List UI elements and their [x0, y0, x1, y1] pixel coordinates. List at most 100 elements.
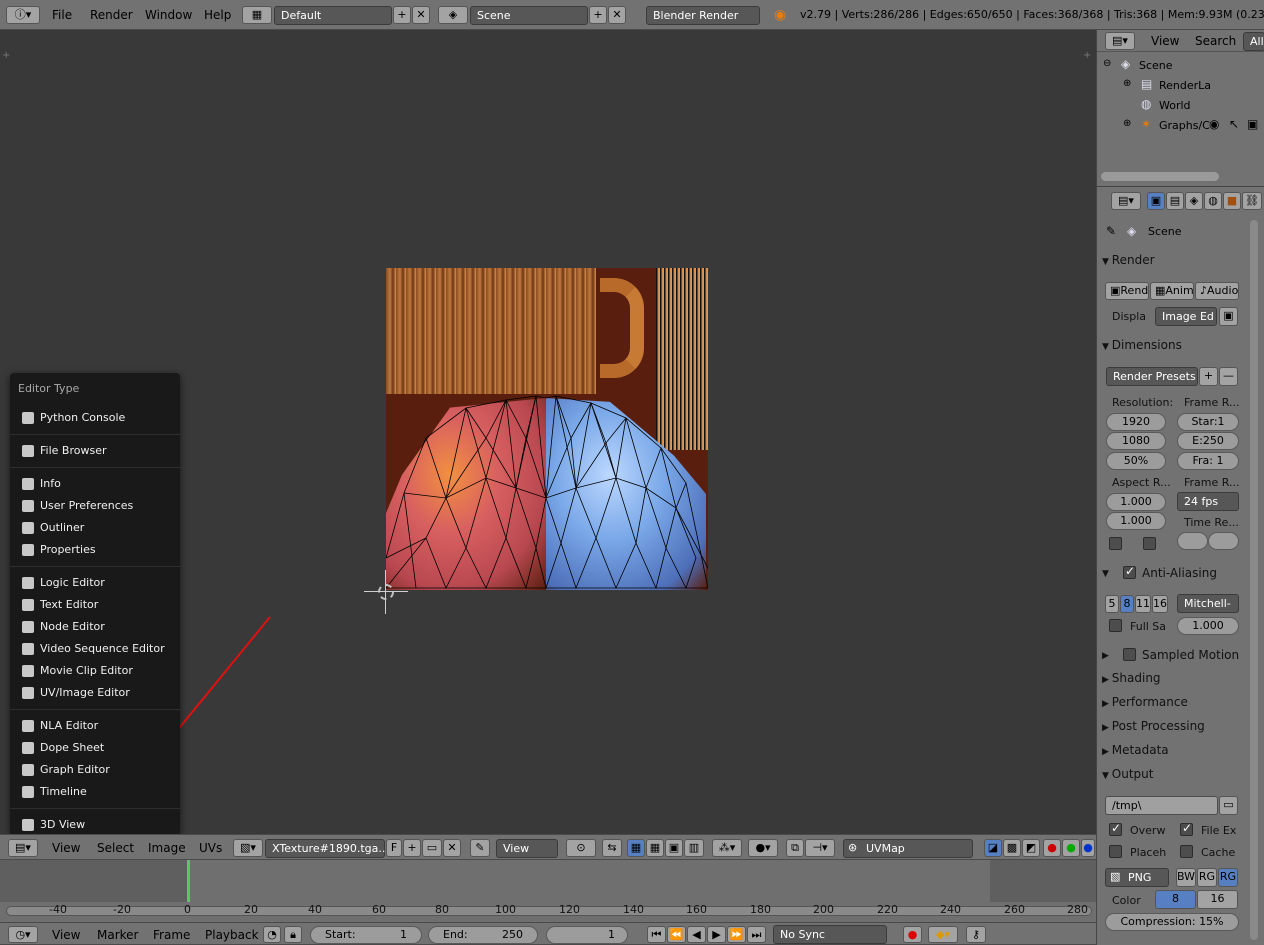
- editor-type-button[interactable]: ⓘ▾: [6, 6, 40, 24]
- render-mode-uv-icon[interactable]: ◪: [984, 839, 1002, 857]
- object-tab-icon[interactable]: ■: [1223, 192, 1241, 210]
- menu-item-graph-editor[interactable]: Graph Editor: [18, 760, 178, 780]
- time-remap-old-field[interactable]: [1177, 532, 1208, 550]
- uv-menu-view[interactable]: View: [52, 841, 80, 855]
- timeline-area[interactable]: [0, 860, 1096, 922]
- selectable-arrow-icon[interactable]: ↖: [1229, 117, 1239, 131]
- metadata-panel-header[interactable]: ▶ Metadata: [1102, 739, 1242, 761]
- menu-file[interactable]: File: [52, 0, 72, 30]
- layout-icon[interactable]: ▦: [242, 6, 272, 24]
- image-name-field[interactable]: XTexture#1890.tga...: [265, 839, 389, 858]
- menu-item-video-sequence-editor[interactable]: Video Sequence Editor: [18, 639, 178, 659]
- motion-blur-checkbox[interactable]: [1123, 648, 1136, 661]
- scene-add-button[interactable]: +: [589, 6, 607, 24]
- sync-selection-icon[interactable]: ⇆: [602, 839, 622, 857]
- render-presets-select[interactable]: Render Presets: [1106, 367, 1198, 386]
- pin-context-icon[interactable]: ✎: [1106, 224, 1116, 238]
- select-face-icon[interactable]: ▣: [665, 839, 683, 857]
- render-tab-icon[interactable]: ▣: [1147, 192, 1165, 210]
- collapse-icon[interactable]: ⊖: [1103, 58, 1111, 69]
- timeline-scrollbar[interactable]: [6, 906, 1092, 916]
- shading-panel-header[interactable]: ▶ Shading: [1102, 667, 1242, 689]
- frame-step-field[interactable]: Fra: 1: [1177, 452, 1239, 470]
- menu-render[interactable]: Render: [90, 0, 133, 30]
- jump-next-key-icon[interactable]: ⏩: [727, 926, 746, 943]
- scene-icon[interactable]: ◈: [438, 6, 468, 24]
- outliner-row-graphs[interactable]: ⊕ ✶ Graphs/C ◉ ↖ ▣: [1097, 116, 1264, 136]
- time-remap-new-field[interactable]: [1208, 532, 1239, 550]
- menu-item-uv-image-editor[interactable]: UV/Image Editor: [18, 683, 178, 703]
- menu-item-dope-sheet[interactable]: Dope Sheet: [18, 738, 178, 758]
- timeline-menu-marker[interactable]: Marker: [97, 928, 138, 942]
- color-rgba-button[interactable]: RG: [1218, 868, 1238, 887]
- cache-checkbox[interactable]: [1180, 845, 1193, 858]
- depth-16-button[interactable]: 16: [1197, 890, 1238, 909]
- channel-blue-icon[interactable]: ●: [1081, 839, 1095, 857]
- aa-samples-11[interactable]: 11: [1135, 595, 1151, 613]
- depth-8-button[interactable]: 8: [1155, 890, 1196, 909]
- view-mode-select[interactable]: View: [496, 839, 558, 858]
- pivot-icon[interactable]: ⊙: [566, 839, 596, 857]
- properties-scrollbar[interactable]: [1250, 220, 1258, 940]
- jump-start-icon[interactable]: ⏮: [647, 926, 666, 943]
- channel-red-icon[interactable]: ●: [1043, 839, 1061, 857]
- outliner-menu-view[interactable]: View: [1151, 34, 1179, 48]
- aspect-x-field[interactable]: 1.000: [1106, 493, 1166, 511]
- timeline-menu-playback[interactable]: Playback: [205, 928, 259, 942]
- outliner-scrollbar[interactable]: [1101, 172, 1219, 181]
- render-panel-header[interactable]: ▼ Render: [1102, 249, 1242, 271]
- uv-menu-select[interactable]: Select: [97, 841, 134, 855]
- menu-item-nla-editor[interactable]: NLA Editor: [18, 716, 178, 736]
- uv-mesh-overlay[interactable]: [386, 268, 708, 590]
- audio-button[interactable]: ♪Audio: [1195, 282, 1239, 300]
- start-frame-field[interactable]: Start: 1: [310, 926, 422, 944]
- output-panel-header[interactable]: ▼ Output: [1102, 763, 1242, 785]
- anti-aliasing-checkbox[interactable]: [1123, 564, 1136, 579]
- color-bw-button[interactable]: BW: [1176, 868, 1196, 887]
- crop-checkbox[interactable]: [1143, 537, 1156, 550]
- lock-interface-icon[interactable]: ▣: [1219, 307, 1238, 326]
- current-frame-indicator[interactable]: [187, 860, 190, 902]
- render-mode-alpha-icon[interactable]: ◩: [1022, 839, 1040, 857]
- menu-item-file-browser[interactable]: File Browser: [18, 441, 178, 461]
- jump-prev-key-icon[interactable]: ⏪: [667, 926, 686, 943]
- menu-item-node-editor[interactable]: Node Editor: [18, 617, 178, 637]
- aa-samples-8[interactable]: 8: [1120, 595, 1134, 613]
- output-path-field[interactable]: /tmp\: [1105, 796, 1218, 815]
- aa-filter-select[interactable]: Mitchell-: [1177, 594, 1239, 613]
- aspect-y-field[interactable]: 1.000: [1106, 512, 1166, 530]
- snap-toggle-icon[interactable]: ⧉: [786, 839, 804, 857]
- menu-item-logic-editor[interactable]: Logic Editor: [18, 573, 178, 593]
- expand-icon[interactable]: ⊕: [1123, 78, 1131, 89]
- resolution-percent-field[interactable]: 50%: [1106, 452, 1166, 470]
- performance-panel-header[interactable]: ▶ Performance: [1102, 691, 1242, 713]
- area-corner-plus-icon-right[interactable]: +: [1083, 50, 1091, 61]
- menu-item-info[interactable]: Info: [18, 474, 178, 494]
- world-tab-icon[interactable]: ◍: [1204, 192, 1222, 210]
- timeline-menu-frame[interactable]: Frame: [153, 928, 190, 942]
- jump-end-icon[interactable]: ⏭: [747, 926, 766, 943]
- expand-icon[interactable]: ⊕: [1123, 118, 1131, 129]
- post-processing-panel-header[interactable]: ▶ Post Processing: [1102, 715, 1242, 737]
- scene-remove-button[interactable]: ✕: [608, 6, 626, 24]
- layout-add-button[interactable]: +: [393, 6, 411, 24]
- keying-set-icon[interactable]: ◆▾: [928, 926, 958, 943]
- resolution-y-field[interactable]: 1080: [1106, 432, 1166, 450]
- renderable-camera-icon[interactable]: ▣: [1247, 117, 1258, 131]
- frame-start-field[interactable]: Star:1: [1177, 413, 1239, 431]
- select-edge-icon[interactable]: ▦: [646, 839, 664, 857]
- image-unlink-button[interactable]: ✕: [443, 839, 461, 857]
- menu-window[interactable]: Window: [145, 0, 192, 30]
- render-button[interactable]: ▣Rend: [1105, 282, 1149, 300]
- visibility-eye-icon[interactable]: ◉: [1209, 117, 1219, 131]
- fake-user-button[interactable]: F: [386, 839, 402, 857]
- proportional-edit-icon[interactable]: ●▾: [748, 839, 778, 857]
- outliner-menu-search[interactable]: Search: [1195, 34, 1236, 48]
- sticky-select-icon[interactable]: ⁂▾: [712, 839, 742, 857]
- select-vertex-icon[interactable]: ▦: [627, 839, 645, 857]
- outliner-row-scene[interactable]: ⊖ ◈ Scene: [1097, 56, 1264, 76]
- preview-range-icon[interactable]: ◔: [263, 926, 281, 943]
- timeline-editor-type-button[interactable]: ◷▾: [8, 926, 38, 943]
- animation-button[interactable]: ▦Anim: [1150, 282, 1194, 300]
- play-reverse-icon[interactable]: ◀: [687, 926, 706, 943]
